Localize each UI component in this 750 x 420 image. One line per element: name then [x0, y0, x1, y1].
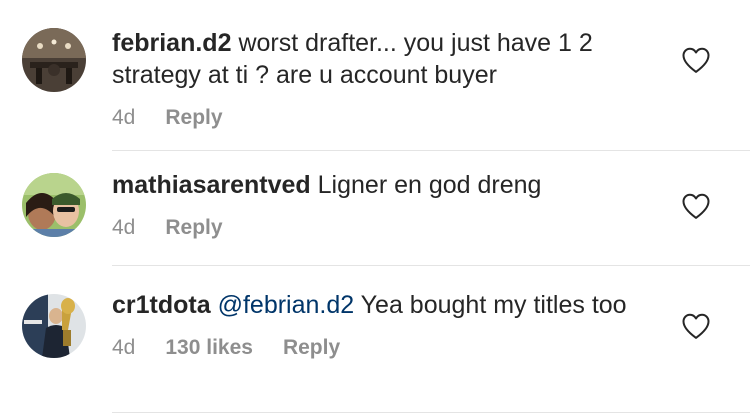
reply-button[interactable]: Reply — [165, 215, 222, 241]
avatar[interactable] — [22, 173, 86, 237]
comment-body: Yea bought my titles too — [360, 291, 627, 319]
comment-username[interactable]: cr1tdota — [112, 291, 211, 319]
reply-button[interactable]: Reply — [283, 335, 340, 361]
heart-outline-icon — [682, 313, 710, 339]
comment-username[interactable]: mathiasarentved — [112, 171, 311, 199]
avatar-image — [22, 294, 86, 358]
heart-outline-icon — [682, 47, 710, 73]
comment-item: febrian.d2 worst drafter... you just hav… — [0, 0, 750, 150]
like-button[interactable] — [681, 46, 711, 74]
heart-outline-icon — [682, 193, 710, 219]
avatar-image — [22, 28, 86, 92]
comment-item: mathiasarentved Ligner en god dreng 4d Re… — [0, 151, 750, 265]
comment-divider — [112, 412, 750, 413]
comment-mention[interactable]: @febrian.d2 — [218, 291, 355, 319]
comment-item: cr1tdota @febrian.d2 Yea bought my title… — [0, 266, 750, 412]
like-button[interactable] — [681, 312, 711, 340]
comment-meta: 4d 130 likes Reply — [112, 335, 640, 361]
comment-time: 4d — [112, 336, 136, 359]
comment-meta: 4d Reply — [112, 215, 640, 241]
avatar[interactable] — [22, 294, 86, 358]
comment-body: Ligner en god dreng — [317, 171, 542, 199]
likes-count[interactable]: 130 likes — [165, 335, 253, 361]
comment-list: febrian.d2 worst drafter... you just hav… — [0, 0, 750, 420]
comment-text: mathiasarentved Ligner en god dreng — [112, 169, 640, 201]
comment-time: 4d — [112, 216, 136, 239]
avatar-image — [22, 173, 86, 237]
comment-text: cr1tdota @febrian.d2 Yea bought my title… — [112, 289, 640, 321]
like-button[interactable] — [681, 192, 711, 220]
comment-username[interactable]: febrian.d2 — [112, 29, 231, 57]
comment-text: febrian.d2 worst drafter... you just hav… — [112, 27, 640, 91]
avatar[interactable] — [22, 28, 86, 92]
comment-meta: 4d Reply — [112, 105, 640, 131]
comment-time: 4d — [112, 106, 136, 129]
reply-button[interactable]: Reply — [165, 105, 222, 131]
